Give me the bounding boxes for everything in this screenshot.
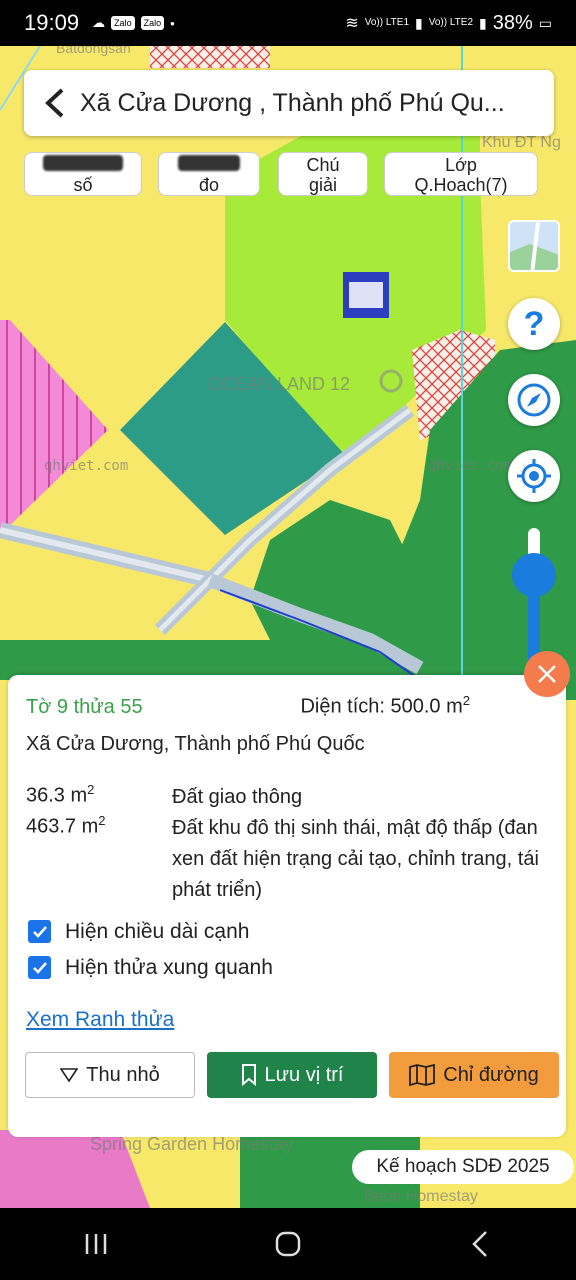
zalo-icon: Zalo [140,16,165,30]
status-time: 19:09 [24,10,80,35]
recent-apps-button[interactable] [66,1214,126,1274]
parcel-area-unit-sup: 2 [462,693,470,708]
zalo-icon: Zalo [111,16,135,30]
land-use-area: 463.7 m2 [26,813,172,906]
signal-icon: ▮ [415,14,423,31]
cloud-icon: ☁ [92,15,106,30]
map-label-bebe: Bebe Homestay [364,1188,478,1205]
location-title: Xã Cửa Dương , Thành phố Phú Qu... [80,88,505,117]
home-icon [275,1231,301,1257]
compass-icon [517,383,551,417]
collapse-button[interactable]: Thu nhỏ [25,1052,195,1098]
parcel-info-panel: Tờ 9 thửa 55 Diện tích: 500.0 m2 Xã Cửa … [8,675,566,1137]
phone-screen: 19:09 ☁ Zalo Zalo • ≋ Vo)) LTE1 ▮ Vo)) L… [0,0,576,1280]
land-use-desc: Đất giao thông [172,785,303,808]
bookmark-icon [241,1064,256,1086]
back-arrow-icon[interactable] [38,86,72,120]
parcel-id: Tờ 9 thửa 55 [26,695,143,718]
land-use-list: 36.3 m2 Đất giao thông 463.7 m2 Đất khu … [26,782,548,906]
show-edge-length-label: Hiện chiều dài cạnh [65,919,250,943]
measure-button[interactable]: đo [158,152,260,196]
collapse-label: Thu nhỏ [86,1063,160,1086]
legend-label: Chú giải [306,155,340,195]
land-use-area: 36.3 m2 [26,782,172,813]
location-header[interactable]: Xã Cửa Dương , Thành phố Phú Qu... [24,70,554,136]
triangle-down-icon [60,1068,79,1082]
map-label-homestay: Spring Garden Homestay [90,1134,294,1154]
land-use-area-text: 36.3 m [26,784,88,807]
view-boundary-link[interactable]: Xem Ranh thửa [26,1008,174,1032]
parcel-area: Diện tích: 500.0 m2 [300,693,470,719]
directions-button[interactable]: Chỉ đường [389,1052,559,1098]
map-layer-icon [510,222,558,270]
land-use-area-sup: 2 [87,781,95,797]
recent-apps-icon [85,1234,107,1254]
help-button[interactable]: ? [508,298,560,350]
target-icon [517,459,551,493]
parcel-address: Xã Cửa Dương, Thành phố Phú Quốc [26,732,365,755]
land-use-area-text: 463.7 m [26,815,99,838]
question-icon: ? [523,304,545,343]
parcel-area-text: Diện tích: 500.0 m [300,695,463,718]
home-button[interactable] [258,1214,318,1274]
zoom-slider-track[interactable] [528,528,540,668]
land-use-row: 36.3 m2 Đất giao thông [26,782,548,813]
directions-label: Chỉ đường [443,1063,539,1086]
battery-percent: 38% [492,11,533,34]
save-location-button[interactable]: Lưu vị trí [207,1052,377,1098]
map-watermark-top: Batdongsan [56,46,131,56]
map-watermark-right: qhviet.com [428,458,513,474]
close-icon [538,665,556,683]
close-panel-button[interactable] [524,651,570,697]
show-neighbors-checkbox[interactable]: Hiện thửa xung quanh [26,956,548,980]
land-use-area-sup: 2 [98,812,106,828]
show-edge-length-checkbox[interactable]: Hiện chiều dài cạnh [26,920,548,944]
map-label-ocean-land: OCEAN LAND 12 [208,374,351,394]
status-bar: 19:09 ☁ Zalo Zalo • ≋ Vo)) LTE1 ▮ Vo)) L… [0,0,576,46]
land-use-desc: Đất khu đô thị sinh thái, mật độ thấp (đ… [172,816,539,901]
measure-label-blurred [178,155,240,171]
show-neighbors-label: Hiện thửa xung quanh [65,955,273,979]
map-icon [409,1064,436,1086]
measure-label: đo [198,175,220,195]
map-layer-switch[interactable] [508,220,560,272]
map-label-khu-dt: Khu ĐT Ng [482,134,561,151]
signal-icon: ▮ [479,14,487,31]
check-number-label: số [73,175,93,195]
compass-button[interactable] [508,374,560,426]
land-use-row: 463.7 m2 Đất khu đô thị sinh thái, mật đ… [26,813,548,906]
sim2-label: Vo)) LTE2 [428,17,474,28]
planning-layer-button[interactable]: Lớp Q.Hoach(7) [384,152,538,196]
my-location-button[interactable] [508,450,560,502]
back-chevron-icon [472,1231,487,1257]
checkbox-checked-icon[interactable] [28,920,51,944]
sim1-label: Vo)) LTE1 [364,17,410,28]
panel-actions: Thu nhỏ Lưu vị trí Chỉ đường [25,1052,559,1098]
check-number-label-blurred [43,155,123,171]
plan-year-badge[interactable]: Kế hoạch SDĐ 2025 [352,1150,574,1184]
legend-button[interactable]: Chú giải [278,152,368,196]
parcel-header-row: Tờ 9 thửa 55 Diện tích: 500.0 m2 [26,693,548,719]
dot-icon: • [170,15,175,31]
map-watermark-left: qhviet.com [44,458,129,474]
wifi-icon: ≋ [345,15,359,32]
checkbox-checked-icon[interactable] [28,956,51,980]
battery-icon: ▭ [538,14,552,31]
save-location-label: Lưu vị trí [264,1063,344,1086]
zoom-slider-handle[interactable] [512,553,556,597]
back-nav-button[interactable] [450,1214,510,1274]
check-number-button[interactable]: số [24,152,142,196]
android-nav-bar [0,1208,576,1280]
planning-layer-label: Lớp Q.Hoach(7) [414,155,508,195]
status-right: ≋ Vo)) LTE1 ▮ Vo)) LTE2 ▮ 38% ▭ [345,12,552,35]
